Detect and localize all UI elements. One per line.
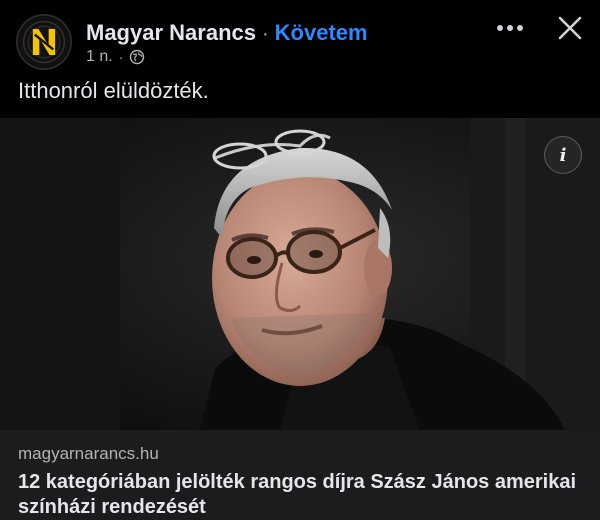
article-photo [0,118,600,430]
link-title[interactable]: 12 kategóriában jelölték rangos díjra Sz… [18,470,584,520]
page-avatar[interactable] [16,14,72,70]
name-separator: · [261,23,269,45]
link-preview-footer[interactable]: magyarnarancs.hu 12 kategóriában jelölté… [0,430,600,520]
page-name[interactable]: Magyar Narancs [86,20,256,46]
post-meta: 1 n. · [86,48,145,66]
info-button[interactable]: i [544,136,582,174]
link-domain: magyarnarancs.hu [18,444,159,463]
more-horizontal-icon [517,25,523,31]
post-text: Itthonról elüldözték. [18,78,209,103]
link-preview-card[interactable]: i magyarnarancs.hu 12 kategóriában jelöl… [0,118,600,520]
magyar-narancs-logo-icon [18,16,70,68]
post-timestamp[interactable]: 1 n. [86,48,113,66]
close-button[interactable] [552,10,588,46]
info-icon: i [559,144,567,166]
close-icon [558,16,582,40]
globe-icon [129,49,145,65]
post-author-row: Magyar Narancs · Követem [86,20,368,46]
more-options-button[interactable] [490,14,530,42]
follow-button[interactable]: Követem [275,20,368,46]
more-horizontal-icon [507,25,513,31]
post-header: Magyar Narancs · Követem 1 n. · [0,0,600,72]
link-preview-image[interactable]: i [0,118,600,430]
meta-separator: · [118,49,124,65]
more-horizontal-icon [497,25,503,31]
